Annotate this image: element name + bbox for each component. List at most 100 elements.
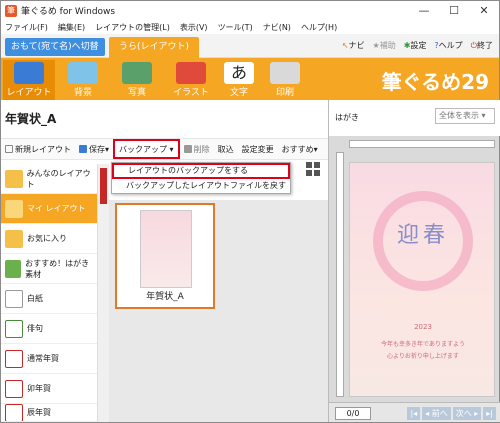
save-button[interactable]: 保存 ▾ (75, 144, 113, 155)
ribbon-print-label: 印刷 (275, 88, 294, 98)
trash-icon (183, 145, 192, 153)
thumbnail-image (140, 210, 192, 288)
settings-change-button[interactable]: 設定変更 (238, 144, 278, 155)
menu-view[interactable]: 表示(V) (180, 22, 208, 33)
layout-toolbar: 新規レイアウト 保存 ▾ バックアップ ▾ 削除 取込 設定変更 おすすめ ▾ (1, 138, 328, 160)
thumbnail-label: 年賀状_A (146, 292, 184, 302)
minimize-button[interactable]: — (409, 1, 439, 20)
category-item-blank[interactable]: 白紙 (1, 284, 97, 314)
help-button[interactable]: ?ヘルプ (434, 40, 462, 51)
year-text: 2023 (414, 323, 432, 331)
menu-navi[interactable]: ナビ(N) (263, 22, 291, 33)
category-item-minna[interactable]: みんなのレイアウト (1, 164, 97, 194)
app-window: 筆 筆ぐるめ for Windows — ☐ ✕ ファイル(F) 編集(E) レ… (0, 0, 500, 423)
ribbon-layout-label: レイアウト (6, 88, 52, 98)
category-item-rabbit-nenga[interactable]: 卯年賀 (1, 374, 97, 404)
close-button[interactable]: ✕ (469, 1, 499, 20)
thumbnail-area: 年賀状_A (109, 200, 328, 422)
preview-pane: はがき 全体を表示 ▾ 迎春 2023 今年も幸多き年でありますよう 心よりお祈… (328, 100, 500, 422)
recommend-button[interactable]: おすすめ ▾ (278, 144, 322, 155)
settings-label: 設定 (410, 41, 427, 50)
nenga-icon (5, 404, 23, 421)
last-page-button[interactable]: ▸| (483, 407, 496, 420)
nenga-icon (5, 379, 23, 398)
new-doc-icon (5, 145, 13, 153)
display-select[interactable]: 全体を表示 ▾ (435, 108, 495, 124)
backup-button[interactable]: バックアップ ▾ (113, 139, 180, 159)
folder-icon (5, 169, 23, 188)
category-item-recommend[interactable]: おすすめ！はがき素材 (1, 254, 97, 284)
window-title: 筆ぐるめ for Windows (21, 7, 116, 17)
category-item-favorites[interactable]: お気に入り (1, 224, 97, 254)
ribbon-layout-button[interactable]: レイアウト (3, 60, 55, 100)
new-layout-button[interactable]: 新規レイアウト (1, 144, 75, 155)
save-icon (79, 145, 87, 153)
photo-icon (122, 62, 152, 84)
star-icon: ★ (372, 41, 380, 50)
exit-button[interactable]: ⏻終了 (471, 40, 493, 51)
restore-backup-item[interactable]: バックアップしたレイアウトファイルを戻す (112, 179, 290, 193)
ribbon: レイアウト 背景 写真 イラスト あ 文字 印刷 筆ぐるめ29 (1, 58, 499, 100)
menu-help[interactable]: ヘルプ(H) (301, 22, 337, 33)
switch-to-address-tab[interactable]: おもて(宛て名)へ切替 (5, 38, 105, 56)
haiku-icon (5, 319, 23, 338)
menu-file[interactable]: ファイル(F) (5, 22, 48, 33)
import-button[interactable]: 取込 (214, 144, 238, 155)
message-line-1: 今年も幸多き年でありますよう (381, 341, 465, 348)
category-item-haiku[interactable]: 俳句 (1, 314, 97, 344)
ribbon-photo-button[interactable]: 写真 (111, 60, 163, 100)
category-item-normal-nenga[interactable]: 通常年賀 (1, 344, 97, 374)
ribbon-illust-button[interactable]: イラスト (165, 60, 217, 100)
settings-button[interactable]: ✱設定 (404, 40, 427, 51)
folder-icon (5, 199, 23, 218)
category-label: お気に入り (27, 234, 67, 243)
category-scrollbar[interactable] (97, 164, 109, 422)
material-icon (5, 259, 22, 278)
next-page-button[interactable]: 次へ ▸ (452, 407, 482, 420)
category-item-dragon-nenga[interactable]: 辰年賀 (1, 404, 97, 422)
layout-icon (14, 62, 44, 84)
hojo-button[interactable]: ★補助 (373, 40, 396, 51)
layout-thumbnail[interactable]: 年賀状_A (115, 203, 215, 309)
printer-icon (270, 62, 300, 84)
backup-label: バックアップ (119, 144, 168, 154)
category-label: みんなのレイアウト (26, 168, 91, 189)
menu-bar: ファイル(F) 編集(E) レイアウトの管理(L) 表示(V) ツール(T) ナ… (1, 20, 499, 34)
hojo-label: 補助 (379, 41, 396, 50)
category-label: 白紙 (27, 294, 43, 303)
star-folder-icon (5, 229, 23, 248)
vertical-ruler (336, 152, 344, 397)
prev-page-button[interactable]: ◂ 前へ (422, 407, 451, 420)
grid-view-icon[interactable] (306, 162, 320, 176)
menu-edit[interactable]: 編集(E) (58, 22, 85, 33)
ribbon-background-button[interactable]: 背景 (57, 60, 109, 100)
greeting-text: 迎春 (396, 223, 449, 248)
backup-layout-item[interactable]: レイアウトのバックアップをする (112, 163, 290, 179)
ribbon-print-button[interactable]: 印刷 (259, 60, 311, 100)
page-indicator: 0/0 (335, 407, 371, 420)
maximize-button[interactable]: ☐ (439, 1, 469, 20)
menu-tools[interactable]: ツール(T) (218, 22, 253, 33)
category-label: 通常年賀 (27, 354, 59, 363)
ribbon-text-button[interactable]: あ 文字 (213, 60, 265, 100)
exit-label: 終了 (477, 41, 493, 50)
category-item-my-layout[interactable]: マイ レイアウト (1, 194, 97, 224)
category-label: 俳句 (27, 324, 43, 333)
scrollbar-thumb[interactable] (100, 168, 107, 204)
display-select-value: 全体を表示 (439, 111, 479, 120)
message-line-2: 心よりお祈り申し上げます (387, 353, 459, 360)
ribbon-background-label: 背景 (73, 88, 92, 98)
layout-tab[interactable]: うら(レイアウト) (109, 37, 199, 58)
first-page-button[interactable]: |◂ (407, 407, 421, 420)
nenga-icon (5, 349, 23, 368)
app-icon: 筆 (5, 4, 17, 17)
recommend-label: おすすめ (281, 144, 314, 154)
background-icon (68, 62, 98, 84)
preview-header: はがき 全体を表示 ▾ (329, 100, 500, 136)
delete-label: 削除 (193, 144, 210, 154)
menu-layout-manage[interactable]: レイアウトの管理(L) (95, 22, 170, 33)
navi-icon: ↖ (341, 41, 349, 50)
delete-button[interactable]: 削除 (180, 144, 214, 155)
navi-button[interactable]: ↖ナビ (342, 40, 365, 51)
navi-label: ナビ (348, 41, 365, 50)
